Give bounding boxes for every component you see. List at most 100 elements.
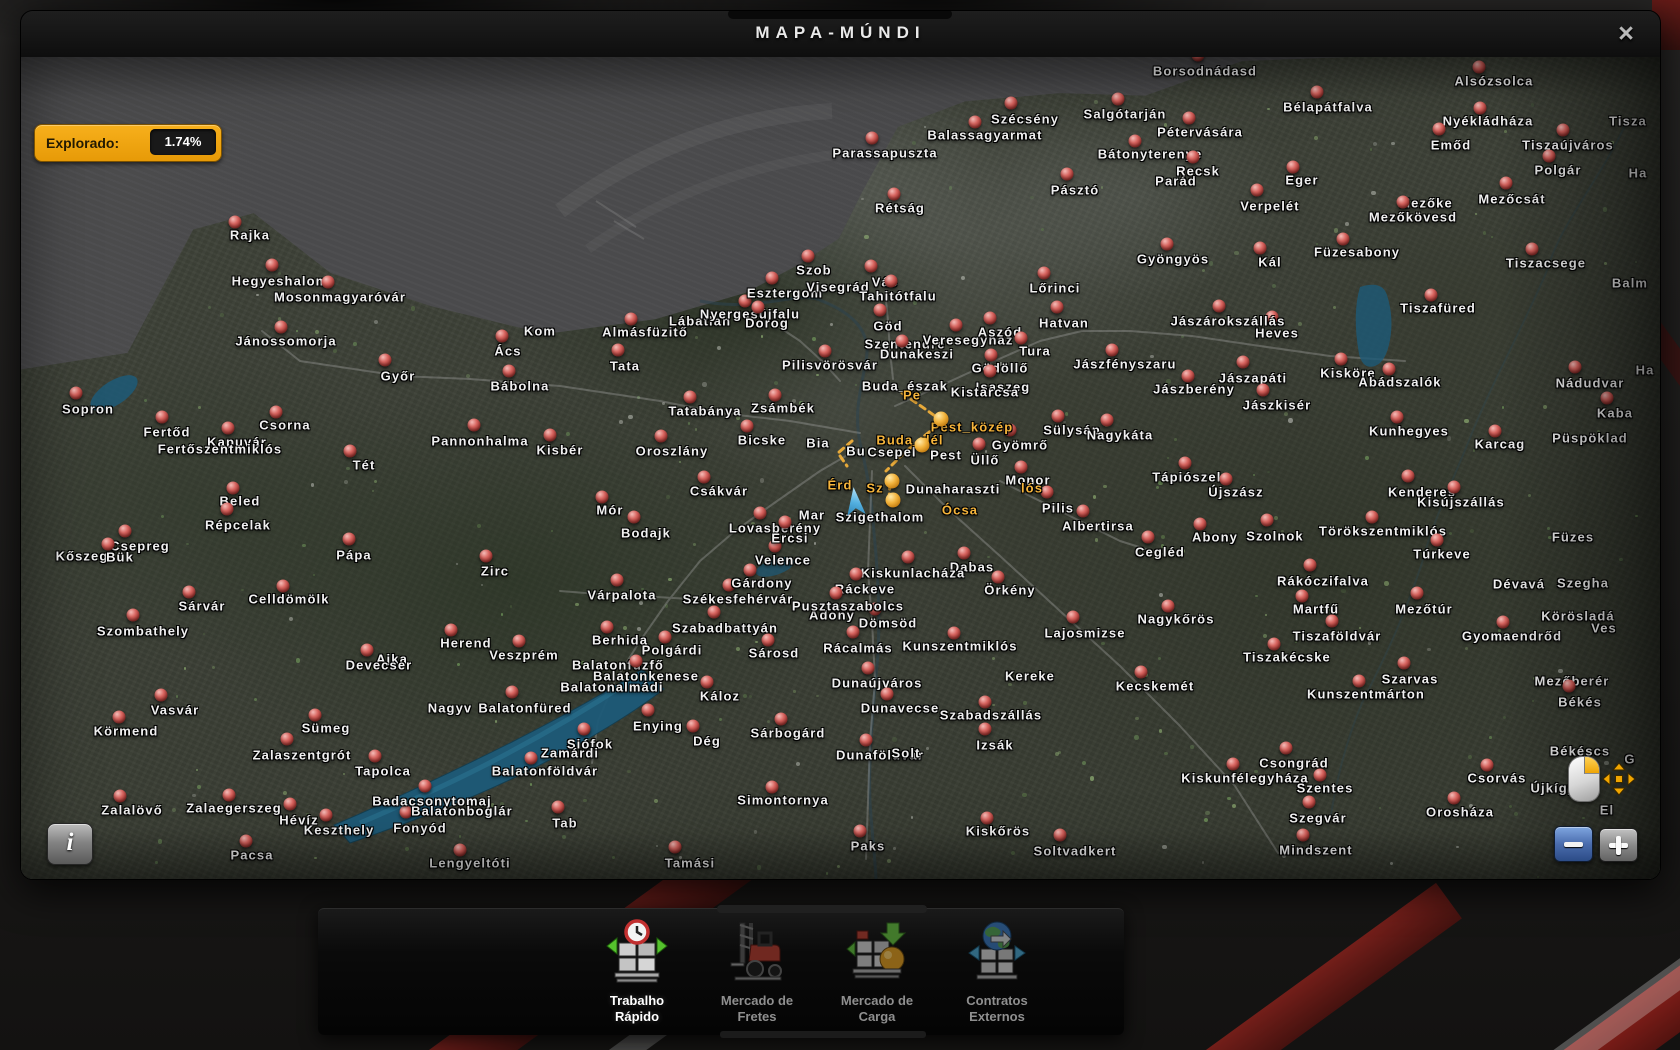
city-label[interactable]: Pest — [930, 448, 962, 463]
city-label[interactable]: Tiszaföldvár — [1293, 629, 1382, 644]
city-label[interactable]: Polgár — [1534, 163, 1581, 178]
city-label[interactable]: Dévavá — [1493, 577, 1545, 592]
city-label[interactable]: Szegha — [1557, 576, 1609, 591]
city-marker[interactable] — [156, 411, 169, 424]
city-marker[interactable] — [802, 250, 815, 263]
city-label[interactable]: Rákóczifalva — [1277, 574, 1369, 589]
city-marker[interactable] — [1433, 123, 1446, 136]
city-marker[interactable] — [1366, 511, 1379, 524]
city-marker[interactable] — [902, 551, 915, 564]
city-label[interactable]: Polgárdi — [642, 643, 703, 658]
explored-city-marker[interactable] — [885, 474, 900, 489]
city-label[interactable]: Győr — [381, 369, 416, 384]
city-marker[interactable] — [950, 319, 963, 332]
city-marker[interactable] — [1054, 829, 1067, 842]
city-label[interactable]: Dunakeszi — [880, 347, 954, 362]
city-marker[interactable] — [1297, 829, 1310, 842]
city-label[interactable]: Karcag — [1475, 437, 1526, 452]
city-marker[interactable] — [320, 809, 333, 822]
city-label[interactable]: Jászfényszaru — [1073, 357, 1176, 372]
city-label[interactable]: Abádszalók — [1358, 375, 1441, 390]
city-label[interactable]: Zsámbék — [751, 401, 815, 416]
city-label[interactable]: Dömsöd — [859, 616, 918, 631]
city-marker[interactable] — [708, 606, 721, 619]
city-marker[interactable] — [1106, 344, 1119, 357]
city-label[interactable]: Szombathely — [97, 624, 189, 639]
city-label[interactable]: Kistarcsa — [951, 385, 1019, 400]
city-marker[interactable] — [766, 272, 779, 285]
city-label-explored[interactable]: Ócsa — [942, 503, 978, 518]
city-label[interactable]: Kisújszállás — [1417, 495, 1505, 510]
city-marker[interactable] — [779, 516, 792, 529]
city-label[interactable]: Solt — [892, 746, 921, 761]
city-label[interactable]: Kaba — [1597, 406, 1633, 421]
city-marker[interactable] — [1067, 611, 1080, 624]
city-label[interactable]: Oroszlány — [636, 444, 709, 459]
city-label[interactable]: Békés — [1558, 695, 1602, 710]
city-marker[interactable] — [885, 275, 898, 288]
city-label[interactable]: Gyomaendrőd — [1462, 629, 1562, 644]
city-marker[interactable] — [343, 533, 356, 546]
city-marker[interactable] — [578, 723, 591, 736]
city-label[interactable]: Bodajk — [621, 526, 671, 541]
city-label[interactable]: Üllő — [971, 453, 1000, 468]
city-label[interactable]: Kecskemét — [1116, 679, 1195, 694]
city-label[interactable]: Izsák — [976, 738, 1013, 753]
city-marker[interactable] — [1280, 742, 1293, 755]
city-label[interactable]: Zalalövő — [101, 803, 163, 818]
city-marker[interactable] — [865, 260, 878, 273]
city-marker[interactable] — [979, 723, 992, 736]
explored-city-marker[interactable] — [886, 493, 901, 508]
city-marker[interactable] — [1183, 112, 1196, 125]
city-label[interactable]: Kisbér — [536, 443, 583, 458]
city-label[interactable]: Tiszaújváros — [1522, 138, 1614, 153]
city-label[interactable]: Balassagyarmat — [927, 128, 1042, 143]
city-label[interactable]: Bia — [806, 436, 830, 451]
city-marker[interactable] — [480, 550, 493, 563]
city-label[interactable]: Szabadszállás — [940, 708, 1042, 723]
city-marker[interactable] — [612, 344, 625, 357]
city-marker[interactable] — [369, 750, 382, 763]
city-label[interactable]: Velence — [755, 553, 811, 568]
city-label[interactable]: Balatonfüred — [478, 701, 571, 716]
city-label[interactable]: Keszthely — [304, 823, 375, 838]
city-label[interactable]: Tata — [610, 359, 640, 374]
city-marker[interactable] — [344, 445, 357, 458]
city-label[interactable]: Zalaegerszeg — [186, 801, 282, 816]
city-label[interactable]: Dég — [693, 734, 721, 749]
city-label[interactable]: Pásztó — [1051, 183, 1100, 198]
city-marker[interactable] — [1213, 300, 1226, 313]
city-label[interactable]: Nagyv — [428, 701, 473, 716]
city-marker[interactable] — [1563, 680, 1576, 693]
city-label[interactable]: Újszász — [1208, 485, 1263, 500]
city-label[interactable]: Balatonalmádi — [560, 680, 663, 695]
city-label[interactable]: Körmend — [94, 724, 159, 739]
city-label[interactable]: Simontornya — [737, 793, 829, 808]
city-label[interactable]: Kiskunfélegyháza — [1181, 771, 1308, 786]
city-label[interactable]: Nádudvar — [1556, 376, 1625, 391]
city-marker[interactable] — [1251, 184, 1264, 197]
city-marker[interactable] — [513, 635, 526, 648]
city-label[interactable]: Mezőcsát — [1478, 192, 1545, 207]
city-label[interactable]: Mór — [596, 503, 623, 518]
city-label[interactable]: Tét — [353, 458, 376, 473]
city-marker[interactable] — [630, 655, 643, 668]
city-marker[interactable] — [819, 345, 832, 358]
city-label[interactable]: Kunhegyes — [1369, 424, 1449, 439]
city-marker[interactable] — [888, 188, 901, 201]
city-label[interactable]: Ács — [494, 344, 521, 359]
city-label[interactable]: Füzes — [1552, 530, 1594, 545]
city-label[interactable]: Kőszeg — [56, 549, 109, 564]
city-marker[interactable] — [701, 676, 714, 689]
city-label[interactable]: Tiszafüred — [1400, 301, 1476, 316]
city-marker[interactable] — [984, 312, 997, 325]
city-label[interactable]: Lőrinci — [1029, 281, 1080, 296]
city-marker[interactable] — [1448, 481, 1461, 494]
city-label[interactable]: Nyékládháza — [1443, 114, 1534, 129]
city-label[interactable]: Balatonboglár — [411, 804, 513, 819]
city-label[interactable]: Alsózsolca — [1455, 74, 1534, 89]
city-label[interactable]: Gyöngyös — [1137, 252, 1209, 267]
city-label[interactable]: Ercsi — [771, 531, 808, 546]
city-marker[interactable] — [1077, 505, 1090, 518]
city-marker[interactable] — [284, 798, 297, 811]
